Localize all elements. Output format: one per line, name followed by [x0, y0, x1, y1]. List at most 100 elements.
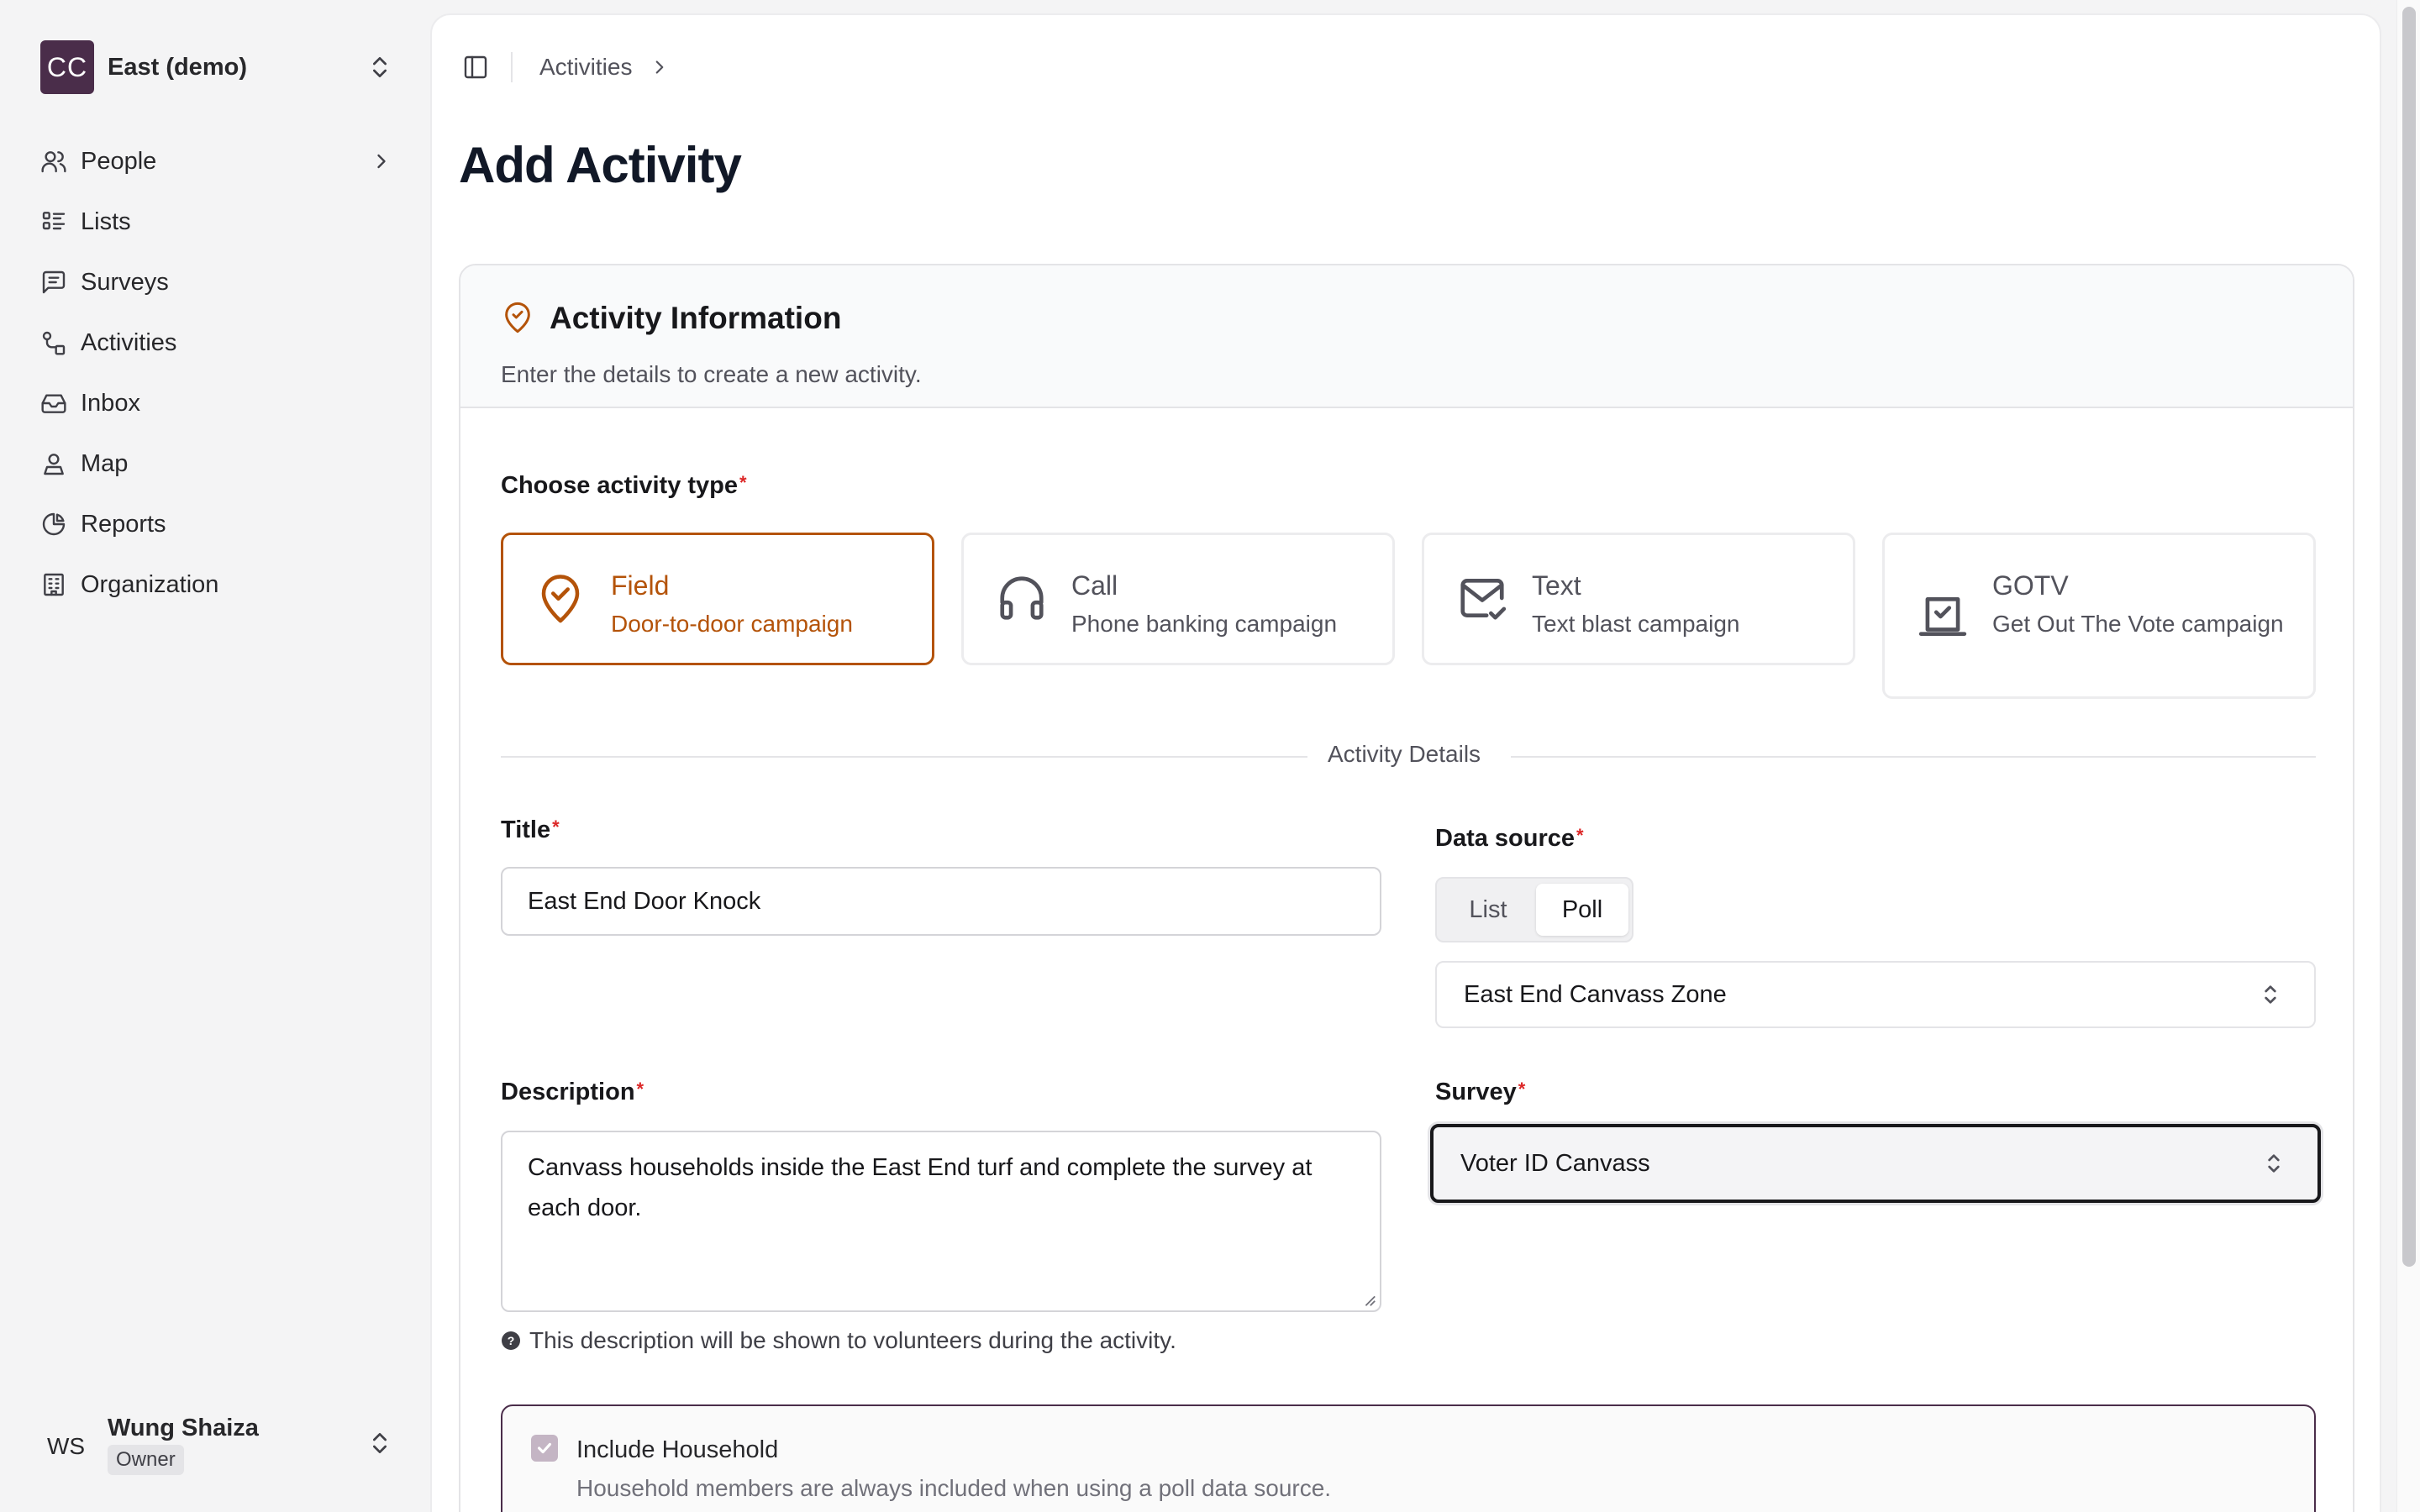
required-mark: * — [636, 1079, 644, 1100]
description-text: Canvass households inside the East End t… — [528, 1154, 1313, 1221]
org-name: East (demo) — [108, 53, 247, 81]
sidebar-item-label: Map — [81, 449, 129, 477]
route-icon — [40, 329, 67, 356]
sidebar-item-label: Surveys — [81, 268, 169, 296]
chevron-right-icon — [370, 150, 393, 173]
users-icon — [40, 148, 67, 175]
data-source-option-list[interactable]: List — [1442, 884, 1534, 936]
data-source-select-value: East End Canvass Zone — [1464, 980, 1727, 1008]
survey-label-text: Survey — [1435, 1079, 1517, 1105]
sidebar-item-inbox[interactable]: Inbox — [40, 373, 393, 433]
description-hint: ? This description will be shown to volu… — [501, 1327, 1176, 1354]
activity-form-card: Activity Information Enter the details t… — [459, 264, 2354, 1512]
description-label-text: Description — [501, 1079, 635, 1105]
required-mark: * — [1518, 1079, 1526, 1100]
page-title: Add Activity — [459, 137, 742, 193]
sidebar-item-label: Organization — [81, 570, 219, 598]
building-icon — [40, 571, 67, 598]
data-source-label: Data source* — [1435, 825, 1584, 853]
chevrons-up-down-icon — [366, 1430, 393, 1457]
activity-type-desc: Get Out The Vote campaign — [1992, 611, 2284, 637]
sidebar-item-surveys[interactable]: Surveys — [40, 252, 393, 312]
mail-check-icon — [1456, 572, 1508, 624]
activity-type-title: Text — [1532, 570, 1581, 601]
survey-label: Survey* — [1435, 1079, 1525, 1106]
description-hint-text: This description will be shown to volunt… — [529, 1327, 1176, 1353]
include-household-checkbox[interactable] — [531, 1435, 558, 1462]
sidebar-item-label: Inbox — [81, 389, 140, 417]
message-square-icon — [40, 269, 67, 296]
description-label: Description* — [501, 1079, 644, 1106]
include-household-desc: Household members are always included wh… — [576, 1475, 1332, 1501]
required-mark: * — [1576, 825, 1584, 846]
org-avatar: CC — [40, 40, 94, 94]
activity-type-title: Call — [1071, 570, 1118, 601]
sidebar-item-label: Reports — [81, 510, 166, 538]
section-label: Activity Details — [1328, 741, 1481, 767]
pie-chart-icon — [40, 511, 67, 538]
user-name: Wung Shaiza — [108, 1415, 259, 1441]
headphones-icon — [996, 572, 1048, 624]
activity-type-field[interactable]: Field Door-to-door campaign — [501, 533, 934, 665]
org-switcher[interactable]: CC East (demo) — [40, 40, 393, 94]
activity-type-text[interactable]: Text Text blast campaign — [1422, 533, 1855, 665]
activity-type-desc: Door-to-door campaign — [611, 611, 853, 637]
description-textarea[interactable]: Canvass households inside the East End t… — [501, 1131, 1381, 1312]
sidebar-item-lists[interactable]: Lists — [40, 192, 393, 252]
activity-type-label: Choose activity type* — [501, 472, 747, 500]
data-source-select[interactable]: East End Canvass Zone — [1435, 961, 2316, 1028]
activity-type-call[interactable]: Call Phone banking campaign — [961, 533, 1395, 665]
include-household-box: Include Household Household members are … — [501, 1404, 2316, 1512]
chevrons-up-down-icon — [366, 54, 393, 81]
sidebar-item-label: People — [81, 147, 157, 175]
activity-type-label-text: Choose activity type — [501, 472, 739, 499]
sidebar-item-label: Activities — [81, 328, 177, 356]
topbar-divider — [511, 52, 513, 82]
data-source-option-poll[interactable]: Poll — [1536, 884, 1628, 936]
survey-select-value: Voter ID Canvass — [1460, 1149, 1650, 1177]
sidebar-item-people[interactable]: People — [40, 131, 393, 192]
sidebar-item-map[interactable]: Map — [40, 433, 393, 494]
section-divider — [501, 756, 1307, 758]
svg-text:?: ? — [508, 1334, 515, 1347]
breadcrumb-activities[interactable]: Activities — [539, 54, 632, 81]
user-role-badge: Owner — [108, 1445, 184, 1475]
chevron-right-icon — [649, 56, 671, 78]
card-header: Activity Information Enter the details t… — [460, 265, 2353, 408]
sidebar-toggle-icon[interactable] — [462, 54, 489, 81]
map-pin-user-icon — [40, 450, 67, 477]
main-panel: Activities Add Activity Activity Informa… — [430, 13, 2381, 1512]
activity-type-desc: Phone banking campaign — [1071, 611, 1338, 637]
include-household-label: Include Household — [576, 1436, 779, 1463]
user-avatar: WS — [47, 1433, 86, 1459]
help-circle-icon: ? — [502, 1331, 520, 1350]
activity-type-desc: Text blast campaign — [1532, 611, 1740, 637]
card-subtitle: Enter the details to create a new activi… — [501, 361, 922, 387]
user-menu[interactable]: WS Wung Shaiza Owner — [40, 1408, 393, 1478]
chevrons-up-down-icon — [2257, 981, 2284, 1008]
sidebar-item-label: Lists — [81, 207, 131, 235]
data-source-toggle: List Poll — [1435, 877, 1634, 942]
resize-handle-icon[interactable] — [1361, 1292, 1376, 1307]
map-pin-check-icon — [535, 572, 586, 627]
map-pin-check-icon — [501, 301, 534, 334]
section-divider — [1511, 756, 2316, 758]
inbox-icon — [40, 390, 67, 417]
required-mark: * — [552, 816, 560, 837]
title-label-text: Title — [501, 816, 551, 843]
chevrons-up-down-icon — [2260, 1150, 2287, 1177]
scrollbar-thumb[interactable] — [2402, 7, 2416, 1267]
list-icon — [40, 208, 67, 235]
survey-select[interactable]: Voter ID Canvass — [1430, 1124, 2321, 1203]
check-icon — [537, 1442, 552, 1454]
sidebar-item-activities[interactable]: Activities — [40, 312, 393, 373]
sidebar-item-organization[interactable]: Organization — [40, 554, 393, 615]
data-source-label-text: Data source — [1435, 825, 1576, 852]
scrollbar[interactable] — [2396, 0, 2420, 1512]
title-input[interactable]: East End Door Knock — [501, 867, 1381, 936]
activity-type-title: Field — [611, 570, 670, 601]
card-title: Activity Information — [550, 301, 842, 335]
sidebar-nav: People Lists Surveys Activities Inbox Ma… — [40, 131, 393, 615]
sidebar-item-reports[interactable]: Reports — [40, 494, 393, 554]
activity-type-gotv[interactable]: GOTV Get Out The Vote campaign — [1882, 533, 2316, 699]
